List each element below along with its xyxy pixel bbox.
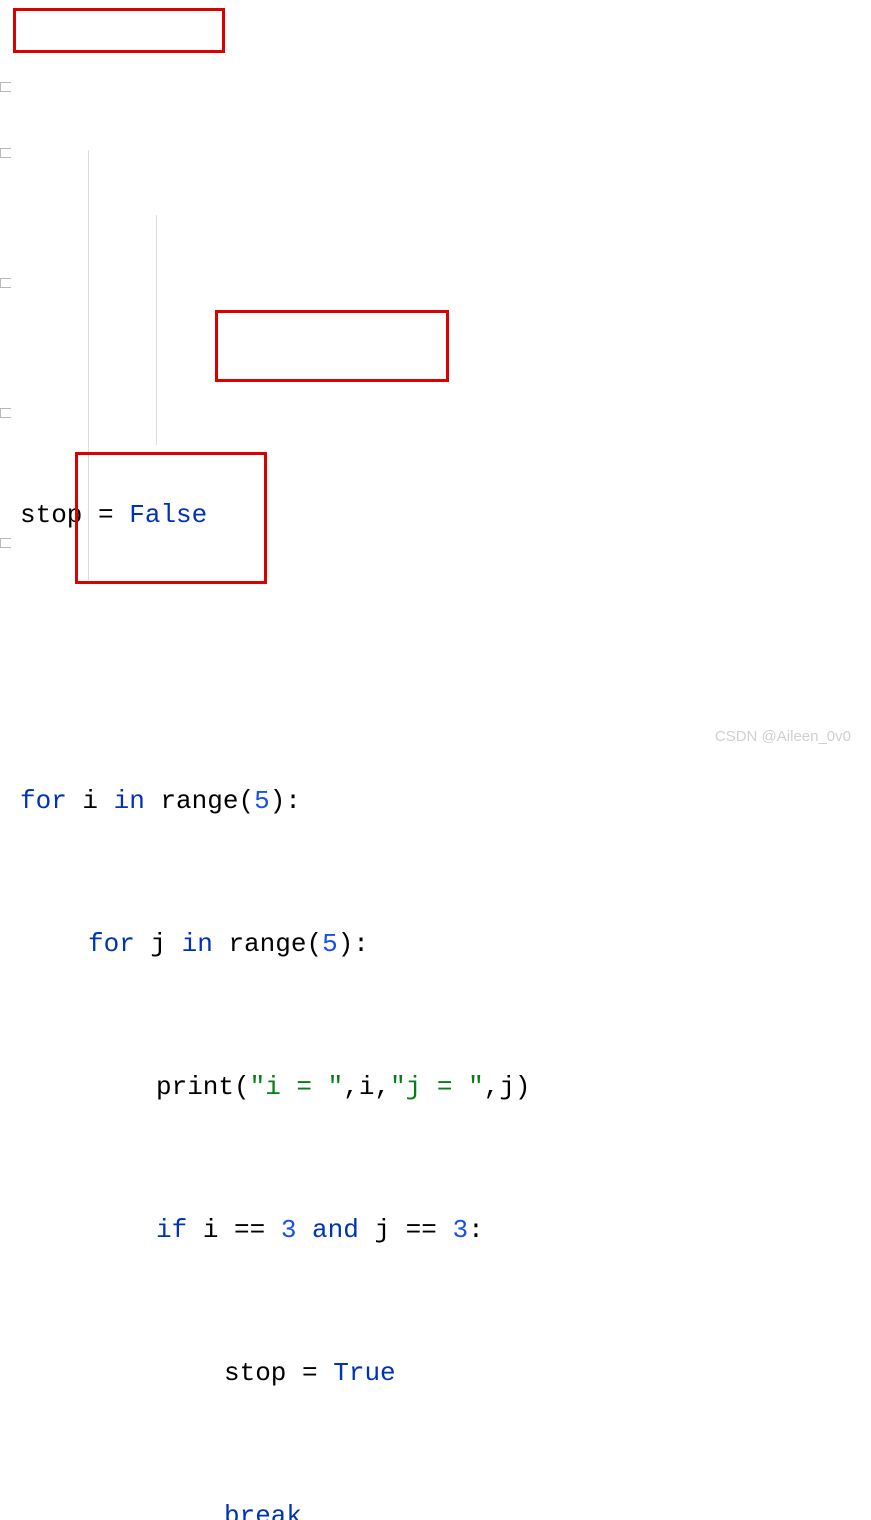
code-line-6: stop = True xyxy=(20,1341,871,1406)
code-line-7: break xyxy=(20,1484,871,1520)
code-line-2: for i in range(5): xyxy=(20,769,871,834)
code-block: stop = False for i in range(5): for j in… xyxy=(0,0,871,1520)
highlight-box-1 xyxy=(13,8,225,53)
code-line-1: stop = False xyxy=(20,483,871,548)
code-line-3: for j in range(5): xyxy=(20,912,871,977)
code-line-4: print("i = ",i,"j = ",j) xyxy=(20,1055,871,1120)
highlight-box-2 xyxy=(215,310,449,382)
watermark-text: CSDN @Aileen_0v0 xyxy=(715,726,851,749)
blank-line xyxy=(20,626,871,691)
code-line-5: if i == 3 and j == 3: xyxy=(20,1198,871,1263)
